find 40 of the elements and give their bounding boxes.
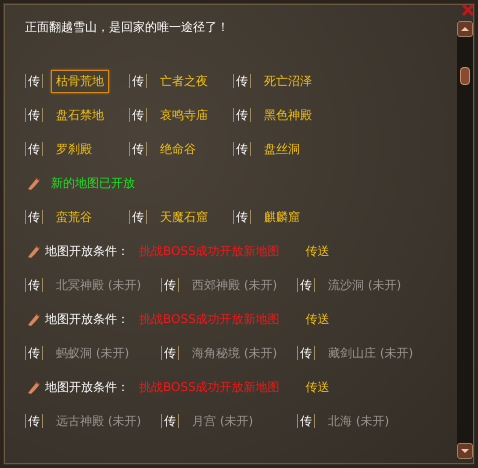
teleport-link[interactable]: 传送 [306,310,330,328]
scroll-icon [25,311,41,327]
map-name[interactable]: 哀鸣寺庙 [155,104,213,126]
map-name[interactable]: 枯骨荒地 [51,70,109,92]
condition-label: 地图开放条件： [45,242,129,260]
scroll-thumb[interactable] [460,67,470,85]
map-name[interactable]: 流沙洞 (未开) [323,274,406,296]
map-name[interactable]: 死亡沼泽 [259,70,317,92]
condition-text: 挑战BOSS成功开放新地图 [139,310,280,328]
scroll-icon [25,379,41,395]
map-name[interactable]: 月宫 (未开) [187,410,258,432]
scroll-up-icon[interactable] [457,21,473,37]
map-name[interactable]: 北海 (未开) [323,410,394,432]
map-name[interactable]: 绝命谷 [155,138,201,160]
scrollbar[interactable] [457,21,473,459]
map-name[interactable]: 蚂蚁洞 (未开) [51,342,134,364]
teleport-link[interactable]: 传送 [306,378,330,396]
map-name[interactable]: 盘丝洞 [259,138,305,160]
map-name[interactable]: 黑色神殿 [259,104,317,126]
map-name[interactable]: 海角秘境 (未开) [187,342,282,364]
map-name[interactable]: 北冥神殿 (未开) [51,274,146,296]
scroll-icon [25,243,41,259]
map-name[interactable]: 麒麟窟 [259,206,305,228]
banner-text: 新的地图已开放 [51,174,135,192]
scroll-down-icon[interactable] [457,443,473,459]
intro-text: 正面翻越雪山，是回家的唯一途径了！ [25,19,230,36]
scroll-icon [25,175,41,191]
condition-label: 地图开放条件： [45,310,129,328]
condition-text: 挑战BOSS成功开放新地图 [139,242,280,260]
map-name[interactable]: 罗刹殿 [51,138,97,160]
teleport-link[interactable]: 传送 [306,242,330,260]
condition-text: 挑战BOSS成功开放新地图 [139,378,280,396]
map-name[interactable]: 天魔石窟 [155,206,213,228]
map-name[interactable]: 盘石禁地 [51,104,109,126]
map-name[interactable]: 远古神殿 (未开) [51,410,146,432]
map-name[interactable]: 蛮荒谷 [51,206,97,228]
map-name[interactable]: 藏剑山庄 (未开) [323,342,418,364]
condition-label: 地图开放条件： [45,378,129,396]
map-name[interactable]: 西郊神殿 (未开) [187,274,282,296]
map-name[interactable]: 亡者之夜 [155,70,213,92]
